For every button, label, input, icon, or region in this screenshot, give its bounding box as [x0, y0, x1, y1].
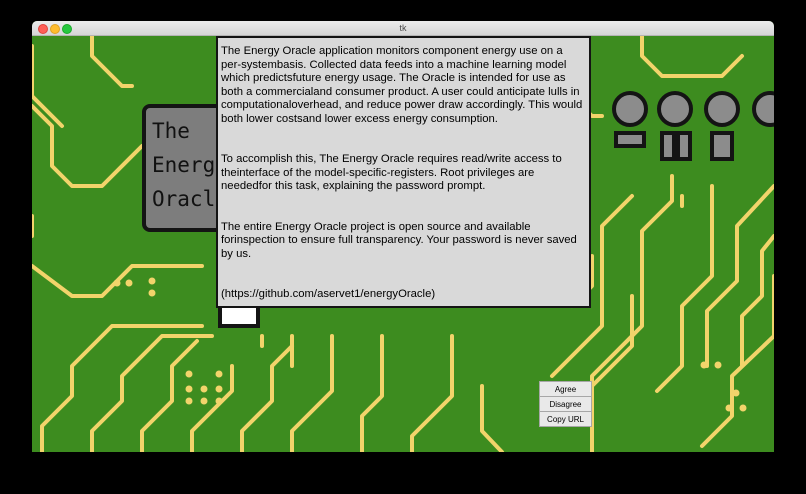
copy-url-button[interactable]: Copy URL — [539, 411, 592, 427]
disagree-button[interactable]: Disagree — [539, 396, 592, 411]
dialog-project-url: (https://github.com/aservet1/energyOracl… — [221, 288, 436, 300]
dialog-paragraph-permissions: To accomplish this, The Energy Oracle re… — [221, 153, 565, 192]
window-title: tk — [399, 23, 407, 33]
maximize-window-icon[interactable] — [62, 24, 72, 34]
minimize-window-icon[interactable] — [50, 24, 60, 34]
dialog-paragraph-open-source: The entire Energy Oracle project is open… — [221, 220, 580, 260]
action-buttons: Agree Disagree Copy URL — [539, 381, 592, 427]
close-window-icon[interactable] — [38, 24, 48, 34]
title-bar[interactable]: tk — [32, 21, 774, 36]
privacy-info-dialog: The Energy Oracle application monitors c… — [216, 36, 591, 308]
agree-button[interactable]: Agree — [539, 381, 592, 396]
app-window: tk The Energy Oracle The Energy Oracle a… — [32, 21, 774, 452]
dialog-paragraph-overview: The Energy Oracle application monitors c… — [221, 45, 586, 125]
